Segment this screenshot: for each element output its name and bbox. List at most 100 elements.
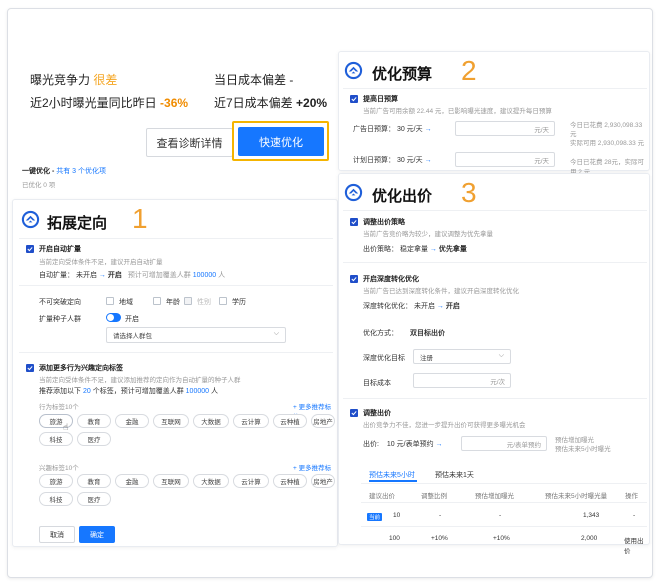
nb-option-label: 年龄 bbox=[166, 299, 180, 306]
ad-budget-value: 30 元/天 bbox=[396, 126, 423, 133]
behav-tag[interactable]: 云计算 bbox=[233, 414, 269, 428]
arrow-right-icon: → bbox=[424, 157, 432, 164]
hour-row: 近2小时曝光量同比昨日 -36% bbox=[30, 94, 188, 111]
nb-option-checkbox[interactable] bbox=[184, 297, 192, 305]
one-key-count[interactable]: 共有 3 个优化项 bbox=[56, 168, 106, 175]
table-cell: +10% bbox=[431, 535, 448, 542]
plan-budget-label: 计划日预算： bbox=[353, 157, 395, 164]
auto-to: 开启 bbox=[107, 272, 122, 279]
behav-tag[interactable]: 医疗 bbox=[77, 432, 111, 446]
behav-tag[interactable]: 教育 bbox=[77, 414, 111, 428]
interest-tag[interactable]: 医疗 bbox=[77, 492, 111, 506]
deep-from: 未开启 bbox=[413, 303, 435, 310]
opt-mode-label: 优化方式： bbox=[363, 330, 398, 337]
arrow-right-icon: → bbox=[429, 246, 437, 253]
bid-strategy-checkbox[interactable] bbox=[350, 218, 358, 226]
behav-tag[interactable]: 金融 bbox=[115, 414, 149, 428]
seed-select[interactable]: 请选择人群包 ⌵ bbox=[106, 327, 286, 343]
confirm-button[interactable]: 确定 bbox=[79, 526, 115, 543]
nb-option-checkbox[interactable] bbox=[153, 297, 161, 305]
ad-budget-input[interactable]: 元/天 bbox=[455, 121, 555, 136]
deep-label: 深度转化优化： bbox=[363, 303, 412, 310]
interest-tag[interactable]: 科技 bbox=[39, 492, 73, 506]
plan-budget-input[interactable]: 元/天 bbox=[455, 152, 555, 167]
raise-budget-checkbox[interactable] bbox=[350, 95, 358, 103]
divider bbox=[361, 526, 647, 527]
chevron-down-icon: ⌵ bbox=[498, 352, 504, 359]
table-header: 预估未来5小时曝光量 bbox=[545, 493, 608, 500]
behav-tag[interactable]: 互联网 bbox=[153, 414, 189, 428]
divider bbox=[343, 262, 647, 263]
bid-estimate: 预估增加曝光 预估未来5小时曝光 bbox=[555, 436, 611, 454]
auto-unit: 人 bbox=[218, 272, 226, 279]
adjust-bid-checkbox[interactable] bbox=[350, 409, 358, 417]
rec-row: 推荐添加以下 20 个标签，预计可增加覆盖人群 100000 人 bbox=[39, 386, 218, 396]
use-bid-link[interactable]: 使用出价 bbox=[624, 535, 649, 555]
target-cost-label: 目标成本 bbox=[363, 380, 391, 387]
rec-unit: 人 bbox=[210, 388, 218, 395]
table-cell: - bbox=[499, 512, 502, 519]
arrow-right-icon: → bbox=[436, 303, 444, 310]
tab-1-day[interactable]: 预估未来1天 bbox=[435, 470, 474, 480]
nb-option-checkbox[interactable] bbox=[106, 297, 114, 305]
nb-option-checkbox[interactable] bbox=[219, 297, 227, 305]
rec-text-a: 推荐添加以下 bbox=[39, 388, 81, 395]
behav-tag[interactable]: 云种植 bbox=[273, 414, 307, 428]
deep-target-label: 深度优化目标 bbox=[363, 355, 405, 362]
auto-expand-checkbox[interactable] bbox=[26, 245, 34, 253]
behav-tag[interactable]: 大数据 bbox=[193, 414, 229, 428]
one-key-row: 一键优化 - 共有 3 个优化项 bbox=[22, 166, 106, 176]
deep-opt-checkbox[interactable] bbox=[350, 275, 358, 283]
adjust-bid-desc: 出价竞争力不佳，您进一步提升出价可获得更多曝光机会 bbox=[363, 422, 526, 429]
bid-input[interactable]: 元/表单预约 bbox=[461, 436, 547, 451]
plan-budget-value: 30 元/天 bbox=[396, 157, 423, 164]
brand-logo-icon bbox=[344, 183, 363, 202]
add-tags-title: 添加更多行为兴趣定向标签 bbox=[39, 365, 123, 372]
fast-optimize-button[interactable]: 快速优化 bbox=[238, 127, 324, 156]
divider bbox=[19, 285, 333, 286]
interest-tag[interactable]: 教育 bbox=[77, 474, 111, 488]
interest-tag[interactable]: 旅游 bbox=[39, 474, 73, 488]
interest-tag[interactable]: 云计算 bbox=[233, 474, 269, 488]
panel-optimize-bid: 优化出价 3 调整出价策略 当前广告竞价略为较少，建议调整为优先拿量 出价策略：… bbox=[338, 173, 650, 555]
exposure-value: 很差 bbox=[93, 73, 118, 87]
deep-target-select[interactable]: 注册 ⌵ bbox=[413, 349, 511, 364]
table-header: 操作 bbox=[625, 493, 638, 500]
interest-tag[interactable]: 云种植 bbox=[273, 474, 307, 488]
behav-tag[interactable]: 房地产 bbox=[311, 414, 335, 428]
target-cost-input[interactable]: 元/次 bbox=[413, 373, 511, 388]
divider bbox=[19, 238, 333, 239]
week-value: +20% bbox=[296, 96, 328, 110]
interest-tag[interactable]: 互联网 bbox=[153, 474, 189, 488]
add-tags-checkbox[interactable] bbox=[26, 364, 34, 372]
table-cell: 10 bbox=[393, 512, 401, 519]
adjust-bid-title: 调整出价 bbox=[363, 410, 391, 417]
seed-label: 扩量种子人群 bbox=[39, 316, 81, 323]
interest-tag[interactable]: 大数据 bbox=[193, 474, 229, 488]
interest-tag[interactable]: 金融 bbox=[115, 474, 149, 488]
diagnose-button[interactable]: 查看诊断详情 bbox=[146, 128, 233, 157]
bid-value: 10 元/表单预约 bbox=[386, 441, 434, 448]
chevron-down-icon: ⌵ bbox=[273, 330, 279, 337]
interest-tag[interactable]: 房地产 bbox=[311, 474, 335, 488]
raise-budget-desc: 当前广告可用余额 22.44 元，已影响曝光速度，建议提升每日预算 bbox=[363, 108, 552, 115]
arrow-right-icon: → bbox=[435, 441, 443, 448]
table-header: 建议出价 bbox=[369, 493, 395, 500]
cancel-button[interactable]: 取消 bbox=[39, 526, 75, 543]
seed-toggle[interactable] bbox=[106, 313, 121, 322]
panel-optimize-budget: 优化预算 2 提高日预算 当前广告可用余额 22.44 元，已影响曝光速度，建议… bbox=[338, 51, 650, 176]
tab-5-hours[interactable]: 预估未来5小时 bbox=[369, 470, 415, 480]
add-tags-desc: 当前定向受体条件不足，建议添加推荐的定向作为自动扩量的种子人群 bbox=[39, 377, 241, 384]
opt-mode-row: 优化方式： 双目标出价 bbox=[363, 328, 445, 338]
rec-people: 100000 bbox=[185, 388, 210, 395]
one-key-label: 一键优化 - bbox=[22, 168, 55, 175]
seed-toggle-label: 开启 bbox=[125, 316, 139, 323]
nb-label: 不可突破定向 bbox=[39, 299, 81, 306]
screenshot-frame: 曝光竞争力 很差 当日成本偏差 - 近2小时曝光量同比昨日 -36% 近7日成本… bbox=[7, 8, 653, 578]
opt-mode-value: 双目标出价 bbox=[409, 330, 445, 337]
auto-num: 100000 bbox=[192, 272, 217, 279]
estimate-line: 预估增加曝光 bbox=[555, 437, 594, 444]
raise-budget-title: 提高日预算 bbox=[363, 96, 398, 103]
active-tab-indicator bbox=[369, 480, 417, 482]
behav-tag[interactable]: 科技 bbox=[39, 432, 73, 446]
